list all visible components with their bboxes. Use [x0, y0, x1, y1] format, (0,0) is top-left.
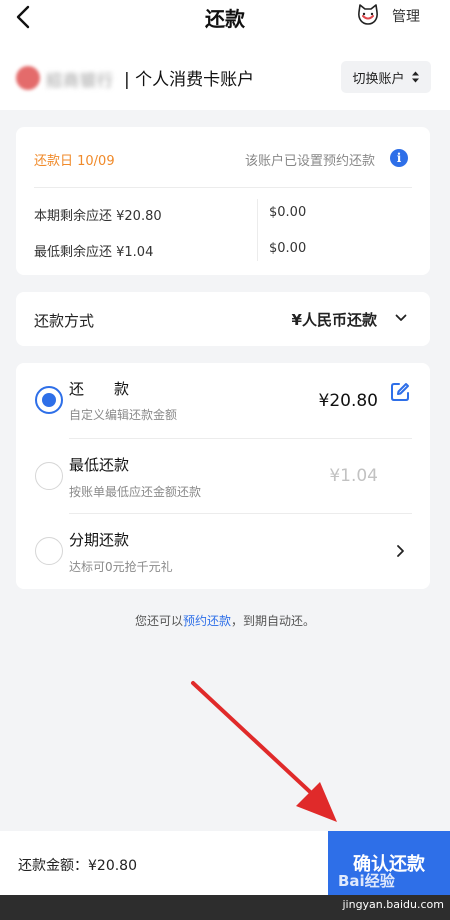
- bill-summary-card: 还款日 10/09 该账户已设置预约还款 i 本期剩余应还 ¥20.80 $0.…: [16, 127, 430, 275]
- watermark-site: jingyan.baidu.com: [342, 898, 444, 911]
- hint-prefix: 您还可以: [134, 614, 183, 628]
- method-value: ¥人民币还款: [291, 311, 377, 329]
- option-full-repayment[interactable]: 还款 自定义编辑还款金额 ¥20.80: [16, 363, 430, 438]
- method-label: 还款方式: [34, 312, 95, 330]
- divider-vertical: [257, 199, 258, 261]
- total-amount: 还款金额：¥20.80: [18, 855, 137, 875]
- top-bar: 还款 管理: [0, 0, 450, 46]
- option-title: 分期还款: [69, 531, 130, 549]
- radio-unselected[interactable]: [35, 537, 63, 565]
- option-subtitle: 按账单最低应还金额还款: [69, 485, 202, 499]
- option-subtitle: 达标可0元抢千元礼: [69, 560, 173, 574]
- current-remaining-label: 本期剩余应还 ¥20.80: [34, 209, 162, 224]
- repayment-method-selector[interactable]: 还款方式 ¥人民币还款: [16, 292, 430, 346]
- preset-repayment-hint: 您还可以预约还款，到期自动还。: [0, 612, 450, 629]
- total-label: 还款金额：: [18, 858, 88, 874]
- preset-repayment-link[interactable]: 预约还款: [183, 614, 231, 628]
- due-date: 还款日 10/09: [34, 154, 115, 169]
- repayment-options-card: 还款 自定义编辑还款金额 ¥20.80 最低还款 按账单最低应还金额还款 ¥1.…: [16, 363, 430, 589]
- preset-repayment-note: 该账户已设置预约还款: [244, 154, 375, 169]
- option-title: 最低还款: [69, 456, 130, 474]
- bank-name: 招商银行: [46, 71, 115, 90]
- cat-mascot-icon[interactable]: [355, 3, 381, 27]
- current-remaining-usd: $0.00: [269, 205, 307, 220]
- manage-button[interactable]: 管理: [392, 6, 420, 26]
- sort-arrows-icon: [411, 71, 419, 83]
- edit-icon[interactable]: [389, 381, 411, 403]
- switch-account-button[interactable]: 切换账户: [341, 61, 431, 93]
- option-installment-repayment[interactable]: 分期还款 达标可0元抢千元礼: [16, 514, 430, 589]
- page-title: 还款: [205, 7, 245, 31]
- switch-account-label: 切换账户: [352, 71, 405, 87]
- chevron-right-icon: [397, 545, 404, 557]
- info-icon[interactable]: i: [390, 149, 408, 167]
- chevron-down-icon: [395, 314, 407, 321]
- total-value: ¥20.80: [88, 858, 137, 874]
- option-subtitle: 自定义编辑还款金额: [69, 408, 178, 422]
- radio-unselected[interactable]: [35, 462, 63, 490]
- account-selector: 招商银行 | 个人消费卡账户 切换账户: [0, 46, 450, 110]
- minimum-remaining-label: 最低剩余应还 ¥1.04: [34, 245, 154, 260]
- option-amount: ¥1.04: [329, 466, 378, 486]
- divider: [34, 187, 412, 188]
- bank-logo-icon: [16, 66, 40, 90]
- radio-selected[interactable]: [35, 386, 63, 414]
- watermark-logo: Bai经验: [338, 872, 395, 890]
- option-amount: ¥20.80: [318, 391, 378, 411]
- hint-suffix: ，到期自动还。: [231, 614, 316, 628]
- minimum-remaining-usd: $0.00: [269, 241, 307, 256]
- account-type: | 个人消费卡账户: [124, 70, 255, 90]
- option-title: 还款: [69, 380, 160, 398]
- option-minimum-repayment[interactable]: 最低还款 按账单最低应还金额还款 ¥1.04: [16, 439, 430, 514]
